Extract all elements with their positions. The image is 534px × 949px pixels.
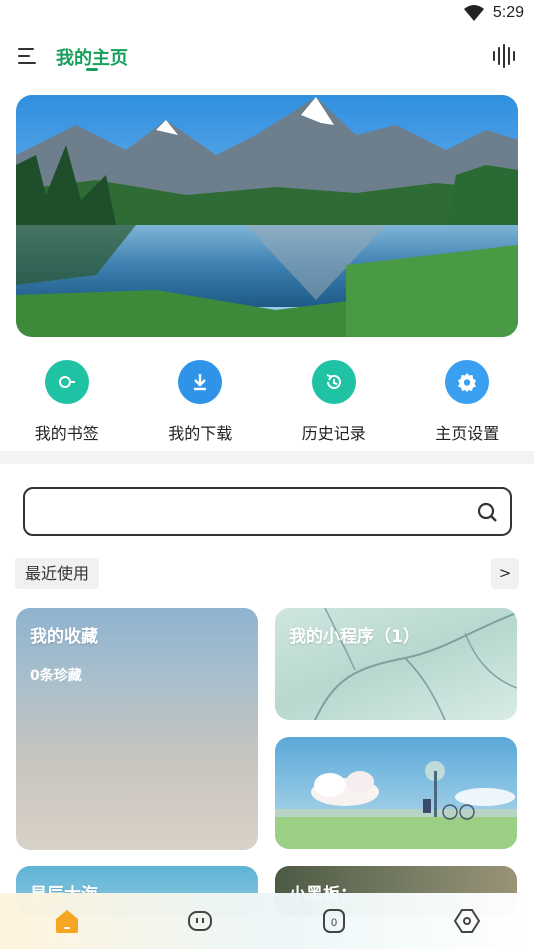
- page-title: 我的主页: [56, 48, 128, 69]
- search-box[interactable]: [23, 487, 512, 536]
- bottom-navigation: 0: [0, 893, 534, 949]
- shortcut-downloads[interactable]: 我的下载: [134, 360, 268, 450]
- anime-scenery-illustration: [275, 737, 517, 849]
- tabs-counter-icon: 0: [322, 909, 345, 933]
- shortcut-label: 历史记录: [301, 424, 366, 443]
- header: 我的主页: [0, 36, 534, 76]
- status-time: 5:29: [492, 4, 524, 21]
- collection-card[interactable]: 我的收藏 0条珍藏: [16, 608, 258, 850]
- settings-icon: [445, 360, 490, 404]
- illustration-card[interactable]: [275, 737, 517, 849]
- search-icon[interactable]: [476, 501, 498, 523]
- recent-section-label: 最近使用: [15, 558, 100, 589]
- voice-wave-icon[interactable]: [492, 44, 516, 68]
- history-icon: [311, 360, 356, 404]
- svg-text:0: 0: [331, 917, 337, 929]
- hexagon-profile-icon: [454, 909, 481, 933]
- search-input[interactable]: [37, 499, 467, 525]
- landscape-illustration: [16, 95, 518, 337]
- mini-program-card[interactable]: 我的小程序（1）: [275, 608, 517, 720]
- nav-me[interactable]: [401, 893, 534, 949]
- nav-chat[interactable]: [134, 893, 268, 949]
- shortcut-row: 我的书签 我的下载 历史记录 主页设置: [0, 360, 534, 450]
- shortcut-label: 我的书签: [34, 424, 99, 443]
- status-bar: 5:29: [0, 0, 534, 30]
- title-underline: [86, 68, 98, 71]
- card-subtitle: 0条珍藏: [30, 668, 82, 684]
- shortcut-label: 主页设置: [435, 424, 500, 443]
- shortcut-history[interactable]: 历史记录: [267, 360, 401, 450]
- wifi-icon: [463, 5, 484, 21]
- bookmark-icon: [44, 360, 89, 404]
- shortcut-bookmarks[interactable]: 我的书签: [0, 360, 134, 450]
- menu-icon[interactable]: [16, 46, 40, 66]
- status-indicators: 5:29: [463, 4, 524, 22]
- download-icon: [178, 360, 223, 404]
- shortcut-home-settings[interactable]: 主页设置: [401, 360, 534, 450]
- card-title: 我的小程序（1）: [289, 627, 420, 647]
- nav-tabs[interactable]: 0: [267, 893, 401, 949]
- shortcut-label: 我的下载: [168, 424, 233, 443]
- banner-image[interactable]: [16, 95, 518, 337]
- nav-home[interactable]: [0, 893, 134, 949]
- home-icon: [55, 910, 78, 933]
- robot-face-icon: [188, 911, 213, 931]
- section-divider: [0, 451, 534, 464]
- card-title: 我的收藏: [30, 627, 98, 647]
- recent-more-button[interactable]: >: [491, 558, 519, 589]
